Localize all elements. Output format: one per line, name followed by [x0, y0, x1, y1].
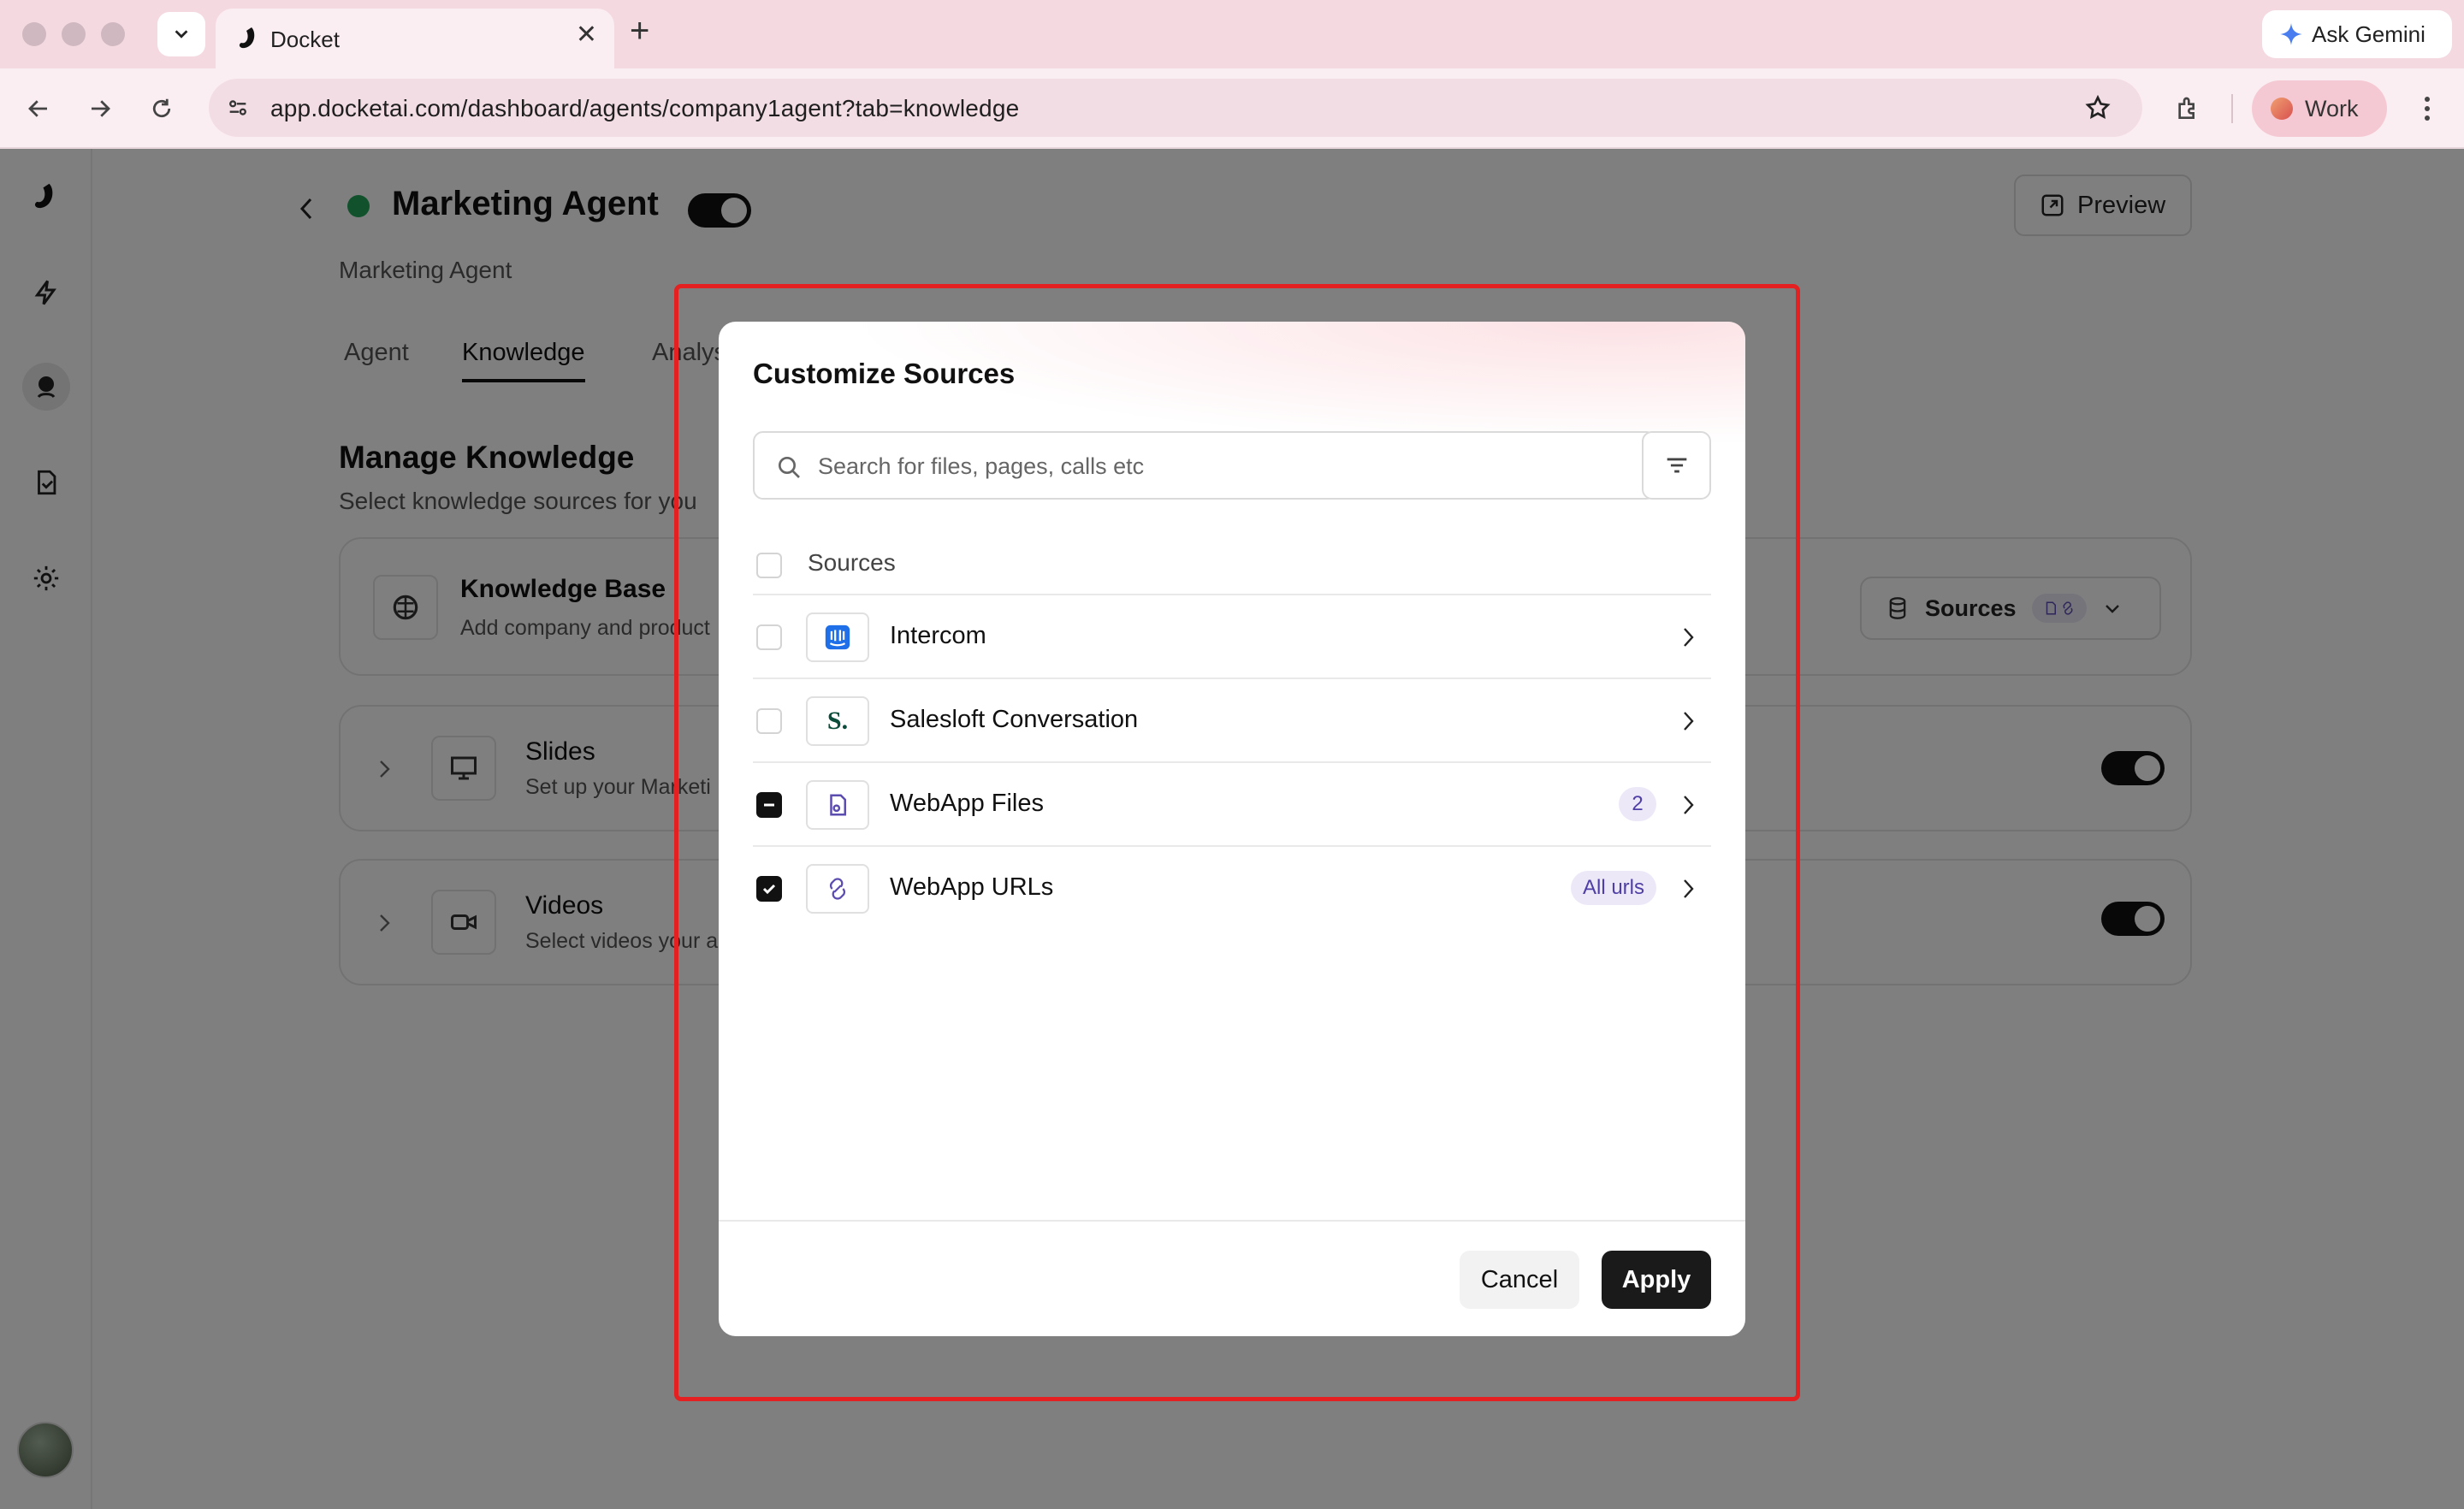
modal-footer-divider: [719, 1220, 1745, 1222]
new-tab-button[interactable]: +: [630, 14, 649, 48]
docket-logo-icon: [239, 27, 255, 49]
modal-title: Customize Sources: [753, 358, 1016, 389]
tab-title: Docket: [270, 27, 340, 52]
minus-icon: [764, 803, 774, 807]
tab-search-button[interactable]: [157, 12, 205, 56]
toolbar-divider: [2231, 94, 2233, 123]
window-close-button[interactable]: [22, 22, 46, 46]
salesloft-checkbox[interactable]: [756, 708, 782, 734]
sources-header-label: Sources: [808, 549, 896, 576]
link-icon: [806, 864, 869, 914]
salesloft-label: Salesloft Conversation: [890, 706, 1139, 733]
ask-gemini-label: Ask Gemini: [2312, 21, 2426, 47]
search-icon: [773, 452, 804, 482]
browser-toolbar: app.docketai.com/dashboard/agents/compan…: [0, 68, 2464, 149]
salesloft-chevron-right-icon[interactable]: [1673, 707, 1703, 736]
browser-menu-icon[interactable]: [2414, 89, 2440, 128]
customize-sources-modal: Customize Sources Sources Intercom S. Sa…: [719, 322, 1745, 1336]
profile-label: Work: [2305, 95, 2359, 121]
intercom-logo-icon: [806, 612, 869, 662]
arrow-left-icon: [28, 100, 47, 117]
selected-count-badge: 2: [1619, 787, 1656, 821]
window-minimize-button[interactable]: [62, 22, 86, 46]
search-field[interactable]: [753, 431, 1656, 500]
webapp-urls-checkbox-checked[interactable]: [756, 876, 782, 902]
select-all-checkbox[interactable]: [756, 553, 782, 578]
profile-avatar: [2271, 98, 2293, 120]
source-row-intercom[interactable]: Intercom: [753, 595, 1711, 679]
back-nav-button[interactable]: [19, 89, 58, 128]
salesloft-logo-icon: S.: [806, 696, 869, 746]
address-bar[interactable]: app.docketai.com/dashboard/agents/compan…: [209, 79, 2142, 137]
browser-tab-docket[interactable]: Docket ✕: [216, 9, 614, 68]
webapp-files-chevron-right-icon[interactable]: [1673, 790, 1703, 820]
source-row-salesloft[interactable]: S. Salesloft Conversation: [753, 679, 1711, 763]
forward-nav-button[interactable]: [80, 89, 120, 128]
reload-button[interactable]: [142, 89, 181, 128]
cancel-button[interactable]: Cancel: [1460, 1251, 1579, 1309]
source-row-webapp-files[interactable]: WebApp Files 2: [753, 763, 1711, 847]
browser-tabstrip: Docket ✕ + Ask Gemini: [0, 0, 2464, 68]
sources-header-row: Sources: [753, 537, 1711, 595]
bookmark-star-icon[interactable]: [2081, 91, 2115, 125]
reload-icon: [152, 98, 171, 118]
site-settings-icon[interactable]: [221, 91, 255, 125]
search-input[interactable]: [818, 448, 1639, 484]
webapp-files-label: WebApp Files: [890, 790, 1044, 817]
checkmark-icon: [762, 884, 776, 895]
window-zoom-button[interactable]: [101, 22, 125, 46]
gemini-sparkle-icon: [2280, 23, 2302, 45]
file-icon: [806, 780, 869, 830]
url-text: app.docketai.com/dashboard/agents/compan…: [270, 95, 1020, 121]
profile-button[interactable]: Work: [2252, 80, 2387, 137]
all-urls-badge: All urls: [1571, 871, 1656, 905]
arrow-right-icon: [92, 100, 110, 117]
intercom-label: Intercom: [890, 622, 986, 649]
intercom-chevron-right-icon[interactable]: [1673, 623, 1703, 652]
apply-button[interactable]: Apply: [1602, 1251, 1711, 1309]
ask-gemini-button[interactable]: Ask Gemini: [2262, 10, 2452, 58]
extensions-icon[interactable]: [2168, 89, 2207, 128]
intercom-checkbox[interactable]: [756, 624, 782, 650]
filter-lines-icon: [1667, 458, 1686, 473]
filter-button[interactable]: [1642, 431, 1711, 500]
webapp-files-checkbox-partial[interactable]: [756, 792, 782, 818]
source-row-webapp-urls[interactable]: WebApp URLs All urls: [753, 847, 1711, 931]
webapp-urls-chevron-right-icon[interactable]: [1673, 874, 1703, 903]
webapp-urls-label: WebApp URLs: [890, 873, 1054, 901]
tab-close-icon[interactable]: ✕: [576, 22, 597, 48]
chevron-down-icon: [175, 30, 188, 38]
